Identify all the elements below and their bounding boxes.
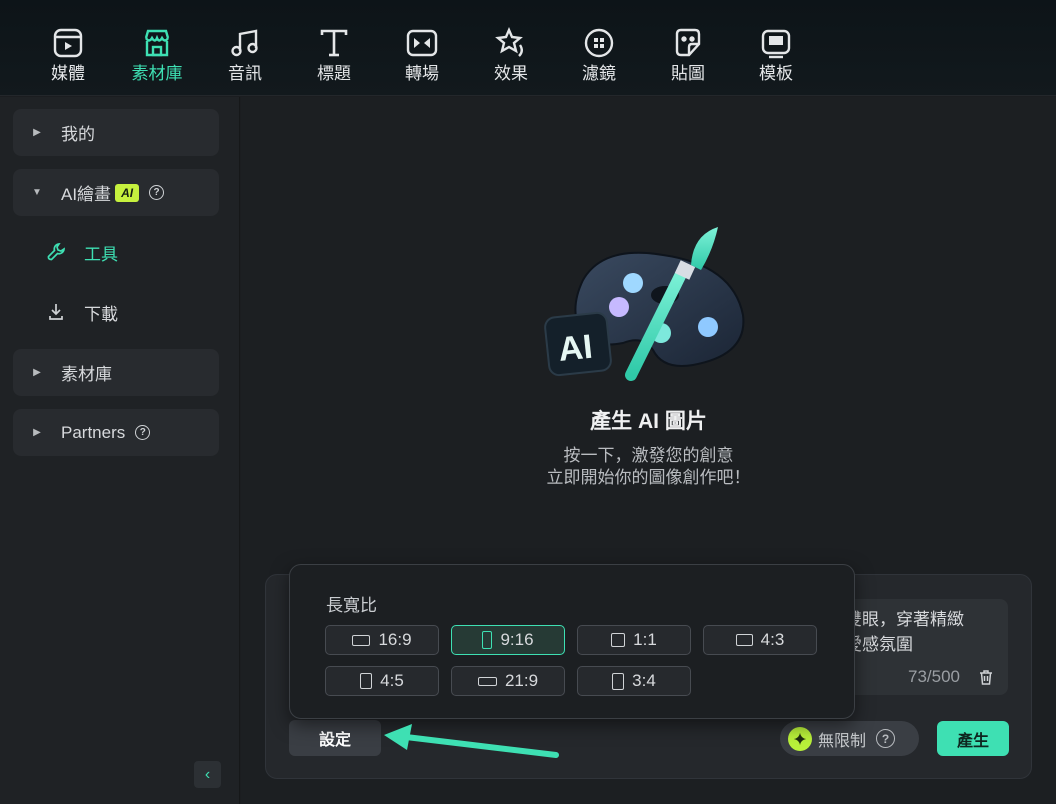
tool-title[interactable]: 標題: [298, 26, 370, 84]
unlimited-credits-pill[interactable]: 無限制 ?: [780, 721, 919, 756]
tool-label: 音訊: [228, 64, 262, 83]
download-icon: [49, 304, 63, 320]
square-shape-icon: [611, 633, 626, 647]
effects-icon: [495, 26, 523, 57]
ratio-option-21-9[interactable]: 21:9: [451, 666, 565, 696]
caret-right-icon: ▶: [33, 127, 41, 138]
landscape-shape-icon: [352, 634, 371, 646]
media-icon: [53, 28, 83, 58]
aspect-ratio-popover: 長寬比 16:9 9:16 1:1 4:3 4:5 21:9 3:4: [289, 564, 855, 719]
prompt-line: 色雙眼，穿著精緻: [828, 610, 964, 629]
tool-label: 貼圖: [671, 64, 705, 83]
ratio-label: 16:9: [378, 630, 412, 649]
sidebar-group-library[interactable]: ▶ 素材庫: [13, 349, 219, 396]
ai-badge: AI: [115, 183, 140, 202]
wide-shape-icon: [477, 676, 497, 686]
ratio-option-1-1[interactable]: 1:1: [577, 625, 691, 655]
sidebar-item-label: 素材庫: [61, 365, 112, 384]
sidebar-group-partners[interactable]: ▶ Partners ?: [13, 409, 219, 456]
tool-store[interactable]: 素材庫: [121, 26, 193, 84]
ratio-label: 3:4: [632, 671, 656, 690]
sidebar-item-tools[interactable]: 工具: [46, 237, 118, 267]
tool-label: 濾鏡: [582, 64, 616, 83]
tool-label: 標題: [317, 64, 351, 83]
portrait-shape-icon: [360, 673, 373, 689]
ratio-option-3-4[interactable]: 3:4: [577, 666, 691, 696]
title-icon: [320, 29, 348, 57]
portrait-shape-icon: [482, 631, 493, 649]
transition-icon: [406, 29, 438, 57]
sidebar-item-label: 我的: [61, 125, 95, 144]
sparkle-icon: [788, 726, 812, 751]
caret-right-icon: ▶: [33, 367, 41, 378]
sidebar-item-download[interactable]: 下載: [46, 297, 118, 327]
wrench-icon: [47, 243, 65, 261]
help-icon[interactable]: ?: [135, 425, 151, 440]
landscape-shape-icon: [735, 634, 753, 646]
tool-label: 素材庫: [131, 64, 183, 83]
hero-description: 按一下，激發您的創意 立即開始你的圖像創作吧！: [241, 445, 1056, 489]
ratio-option-4-5[interactable]: 4:5: [325, 666, 439, 696]
portrait-shape-icon: [612, 672, 625, 690]
hero-desc-line: 立即開始你的圖像創作吧！: [546, 468, 751, 487]
prompt-line: 戀愛感氛圍: [828, 635, 913, 654]
sidebar-item-label: AI繪畫: [61, 185, 112, 204]
sticker-icon: [675, 28, 701, 57]
hero-title: 產生 AI 圖片: [590, 410, 707, 433]
prompt-textarea[interactable]: 色雙眼，穿著精緻 戀愛感氛圍 73/500: [828, 599, 1008, 695]
caret-down-icon: ▼: [32, 187, 42, 198]
ratio-option-4-3[interactable]: 4:3: [703, 625, 817, 655]
tool-filter[interactable]: 濾鏡: [563, 26, 635, 84]
tool-media[interactable]: 媒體: [32, 26, 104, 84]
ratio-label: 1:1: [633, 630, 657, 649]
unlimited-label: 無限制: [818, 732, 867, 750]
sidebar-item-label: 工具: [84, 244, 118, 264]
tool-label: 模板: [759, 64, 793, 83]
template-icon: [761, 29, 791, 59]
tool-template[interactable]: 模板: [740, 26, 812, 84]
tool-transition[interactable]: 轉場: [386, 26, 458, 84]
chevron-left-icon: ‹: [204, 765, 211, 783]
tool-label: 媒體: [51, 64, 85, 83]
sidebar: ▶ 我的 ▼ AI繪畫 AI ? 工具 下載 ▶ 素材庫 ▶ Partners …: [0, 97, 240, 804]
ratio-label: 4:3: [760, 630, 785, 649]
tool-label: 效果: [494, 64, 528, 83]
top-toolbar: 媒體 素材庫 音訊 標題 轉場 效果 濾鏡 貼圖 模板: [0, 0, 1056, 96]
ratio-label: 4:5: [380, 671, 404, 690]
music-icon: [231, 29, 258, 57]
char-count: 73/500: [908, 667, 960, 686]
tool-music[interactable]: 音訊: [209, 26, 281, 84]
sidebar-item-label: Partners: [61, 422, 126, 442]
ai-art-badge: AI: [557, 328, 595, 369]
annotation-arrow-icon: [384, 724, 559, 758]
collapse-sidebar-button[interactable]: ‹: [194, 761, 221, 788]
caret-right-icon: ▶: [33, 427, 41, 438]
palette-illustration: AI: [544, 227, 745, 381]
help-icon[interactable]: ?: [876, 729, 896, 748]
ratio-label: 9:16: [500, 630, 534, 649]
tool-effects[interactable]: 效果: [475, 26, 547, 84]
generate-button[interactable]: 產生: [937, 721, 1009, 756]
aspect-ratio-title: 長寬比: [326, 596, 377, 615]
trash-icon[interactable]: [978, 669, 994, 685]
sidebar-item-label: 下載: [84, 304, 118, 324]
tool-label: 轉場: [405, 64, 439, 83]
ratio-option-9-16[interactable]: 9:16: [451, 625, 565, 655]
sidebar-group-my[interactable]: ▶ 我的: [13, 109, 219, 156]
filter-icon: [584, 28, 614, 58]
ratio-label: 21:9: [504, 671, 539, 690]
store-icon: [144, 29, 170, 57]
help-icon[interactable]: ?: [149, 185, 165, 200]
hero-desc-line: 按一下，激發您的創意: [563, 446, 734, 465]
ratio-option-16-9[interactable]: 16:9: [325, 625, 439, 655]
settings-button[interactable]: 設定: [289, 720, 381, 756]
tool-sticker[interactable]: 貼圖: [652, 26, 724, 84]
sidebar-group-ai-painting[interactable]: ▼ AI繪畫 AI ?: [13, 169, 219, 216]
